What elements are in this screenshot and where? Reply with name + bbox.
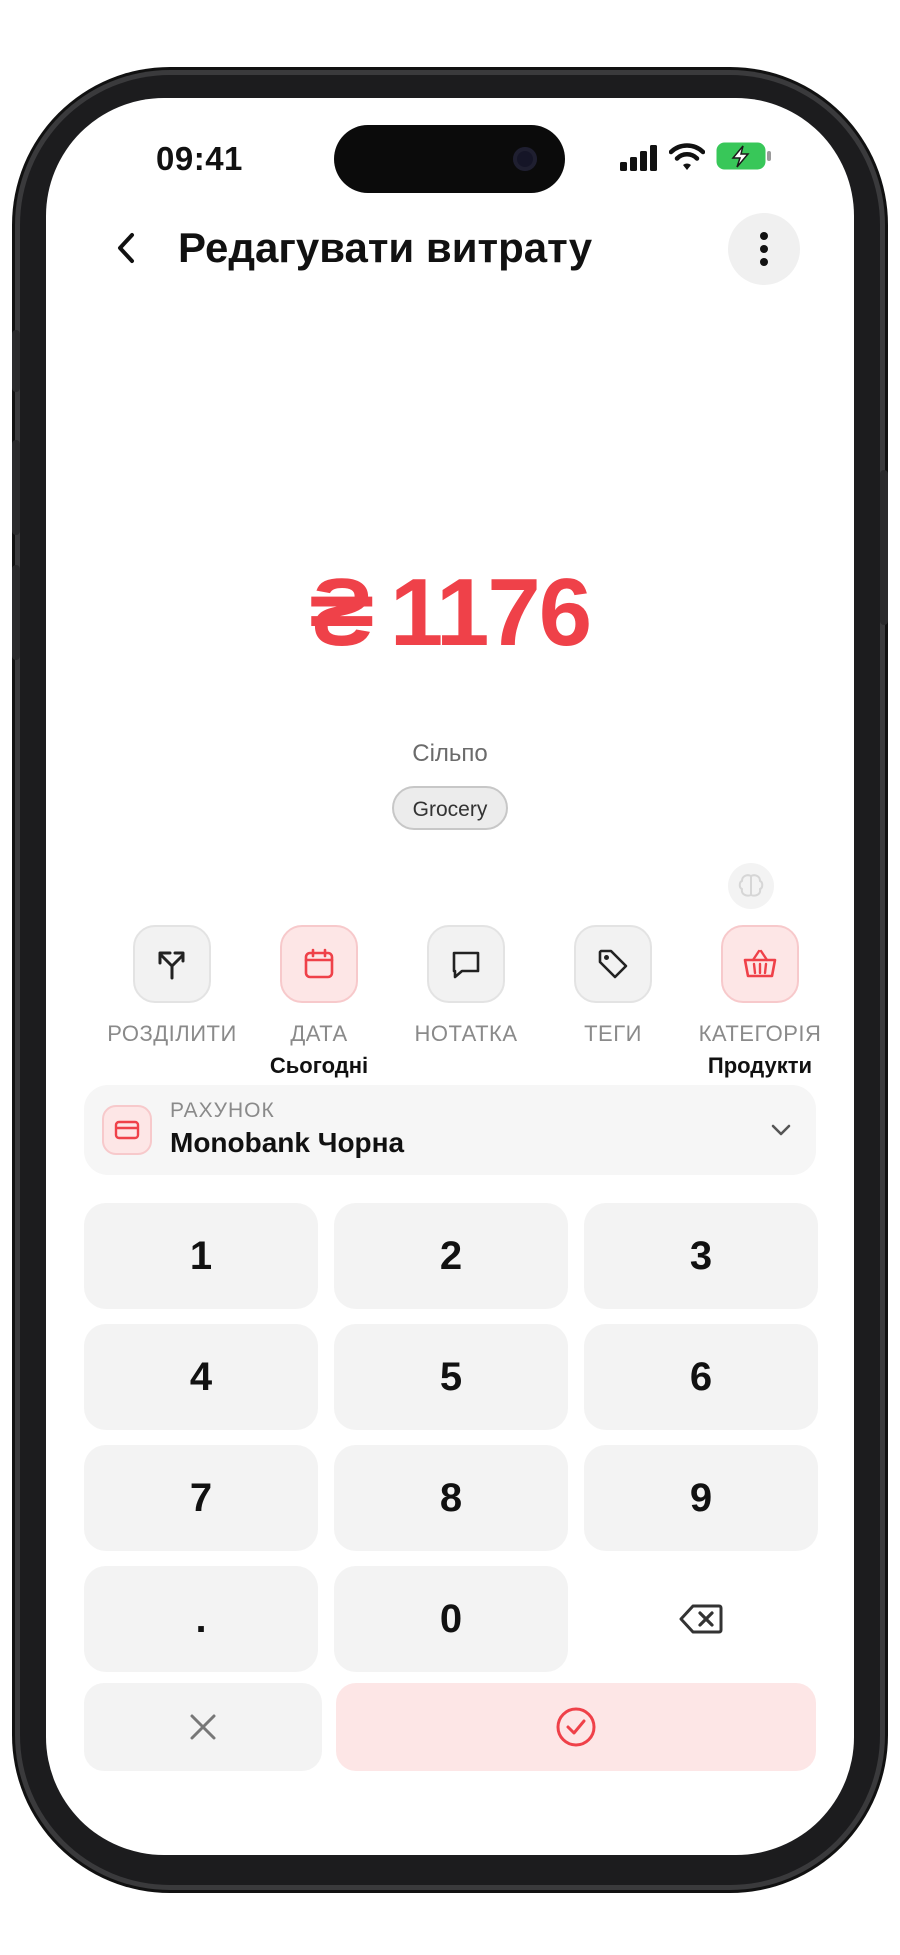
category-button[interactable] [721, 925, 799, 1003]
date-button[interactable] [280, 925, 358, 1003]
volume-down-button [12, 565, 20, 660]
back-button[interactable] [104, 226, 148, 270]
account-caption: РАХУНОК [170, 1099, 275, 1122]
key-7[interactable]: 7 [84, 1445, 318, 1551]
key-6[interactable]: 6 [584, 1324, 818, 1430]
split-label: РОЗДІЛИТИ [107, 1021, 237, 1046]
key-8[interactable]: 8 [334, 1445, 568, 1551]
key-2[interactable]: 2 [334, 1203, 568, 1309]
merchant-name[interactable]: Сільпо [46, 740, 854, 768]
dynamic-island [334, 125, 565, 193]
key-9[interactable]: 9 [584, 1445, 818, 1551]
battery-charging-icon [716, 142, 772, 175]
page-title: Редагувати витрату [178, 224, 593, 271]
backspace-icon [679, 1604, 723, 1634]
note-icon [452, 951, 480, 979]
note-value [396, 1053, 536, 1079]
power-button [880, 470, 888, 625]
wifi-icon [668, 142, 706, 177]
tags-action[interactable]: ТЕГИ [543, 925, 683, 1079]
backspace-button[interactable] [584, 1566, 818, 1672]
date-action[interactable]: ДАТА Сьогодні [249, 925, 389, 1079]
split-action[interactable]: РОЗДІЛИТИ [102, 925, 242, 1079]
tags-button[interactable] [574, 925, 652, 1003]
key-0[interactable]: 0 [334, 1566, 568, 1672]
key-1[interactable]: 1 [84, 1203, 318, 1309]
category-value: Продукти [707, 1053, 813, 1078]
brain-icon [738, 874, 764, 897]
ai-assist-button[interactable] [728, 863, 774, 909]
account-selector[interactable]: РАХУНОК Monobank Чорна [84, 1085, 816, 1175]
key-4[interactable]: 4 [84, 1324, 318, 1430]
category-label: КАТЕГОРІЯ [698, 1021, 822, 1046]
split-button[interactable] [133, 925, 211, 1003]
split-value [102, 1053, 242, 1079]
tags-value [543, 1053, 683, 1079]
tag-chip[interactable]: Grocery [392, 786, 508, 830]
date-label: ДАТА [290, 1021, 348, 1046]
category-action[interactable]: КАТЕГОРІЯ Продукти [690, 925, 830, 1079]
action-button [12, 330, 20, 392]
split-icon [158, 951, 185, 980]
amount-value: 1176 [389, 559, 592, 666]
note-action[interactable]: НОТАТКА [396, 925, 536, 1079]
amount-display[interactable]: ₴ 1176 [46, 558, 854, 668]
tags-label: ТЕГИ [584, 1021, 642, 1046]
currency-symbol: ₴ [309, 559, 374, 666]
app-screen: 09:41 Редагувати витрату ₴ 1176 Сільпо G… [46, 98, 854, 1855]
check-circle-icon [556, 1707, 596, 1747]
account-name: Monobank Чорна [170, 1127, 405, 1158]
chevron-down-icon [766, 1115, 796, 1145]
volume-up-button [12, 440, 20, 535]
cellular-signal-icon [620, 145, 660, 176]
key-5[interactable]: 5 [334, 1324, 568, 1430]
note-label: НОТАТКА [414, 1021, 518, 1046]
more-options-button[interactable] [728, 213, 800, 285]
cancel-button[interactable] [84, 1683, 322, 1771]
basket-icon [743, 949, 777, 978]
confirm-button[interactable] [336, 1683, 816, 1771]
status-time: 09:41 [156, 140, 243, 177]
note-button[interactable] [427, 925, 505, 1003]
close-icon [190, 1714, 216, 1740]
calendar-icon [304, 948, 334, 979]
more-vertical-icon [760, 232, 768, 266]
account-card-icon [102, 1105, 152, 1155]
tag-icon [598, 949, 628, 979]
chevron-left-icon [118, 233, 134, 263]
key-decimal[interactable]: . [84, 1566, 318, 1672]
key-3[interactable]: 3 [584, 1203, 818, 1309]
date-value: Сьогодні [269, 1053, 369, 1078]
